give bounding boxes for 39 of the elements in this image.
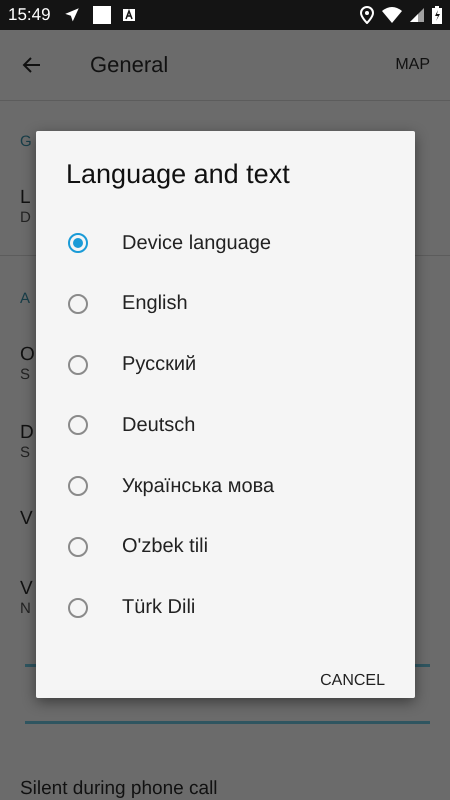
language-option[interactable]: Türk Dili xyxy=(122,596,196,620)
setting-title: V xyxy=(20,578,33,600)
wifi-icon xyxy=(382,7,402,23)
setting-title: V xyxy=(20,508,33,530)
section-header: G xyxy=(20,133,32,152)
battery-icon xyxy=(432,6,442,24)
setting-subtitle: N xyxy=(20,600,31,616)
section-header: A xyxy=(20,290,30,309)
radio-button[interactable] xyxy=(68,354,88,375)
square-icon xyxy=(92,6,111,24)
radio-button[interactable] xyxy=(68,233,88,254)
cancel-button[interactable]: CANCEL xyxy=(314,664,391,698)
radio-button[interactable] xyxy=(68,598,88,618)
setting-title: Silent during phone call xyxy=(20,778,218,800)
language-option[interactable]: O'zbek tili xyxy=(122,535,208,558)
keyboard-icon xyxy=(122,9,135,21)
navigation-icon xyxy=(62,6,81,24)
map-button[interactable]: MAP xyxy=(395,56,430,74)
signal-icon xyxy=(410,8,424,22)
setting-title: L xyxy=(20,186,31,208)
setting-subtitle: D xyxy=(20,208,31,226)
dialog-title: Language and text xyxy=(65,158,291,191)
language-option[interactable]: Device language xyxy=(122,232,271,255)
radio-button[interactable] xyxy=(68,294,88,314)
toolbar-title: General xyxy=(90,52,168,78)
location-icon xyxy=(360,6,374,24)
radio-button[interactable] xyxy=(68,415,88,436)
language-option[interactable]: Deutsch xyxy=(122,414,196,437)
setting-title: D xyxy=(20,422,34,444)
setting-subtitle: S xyxy=(20,444,30,460)
language-option[interactable]: Українська мова xyxy=(122,474,274,498)
status-time: 15:49 xyxy=(8,5,51,25)
language-option[interactable]: English xyxy=(122,292,188,316)
radio-button[interactable] xyxy=(68,476,88,496)
radio-button[interactable] xyxy=(68,536,88,557)
setting-subtitle: S xyxy=(20,366,30,382)
language-option[interactable]: Русский xyxy=(122,353,196,376)
setting-title: O xyxy=(20,344,35,366)
slider-track[interactable] xyxy=(25,721,430,724)
